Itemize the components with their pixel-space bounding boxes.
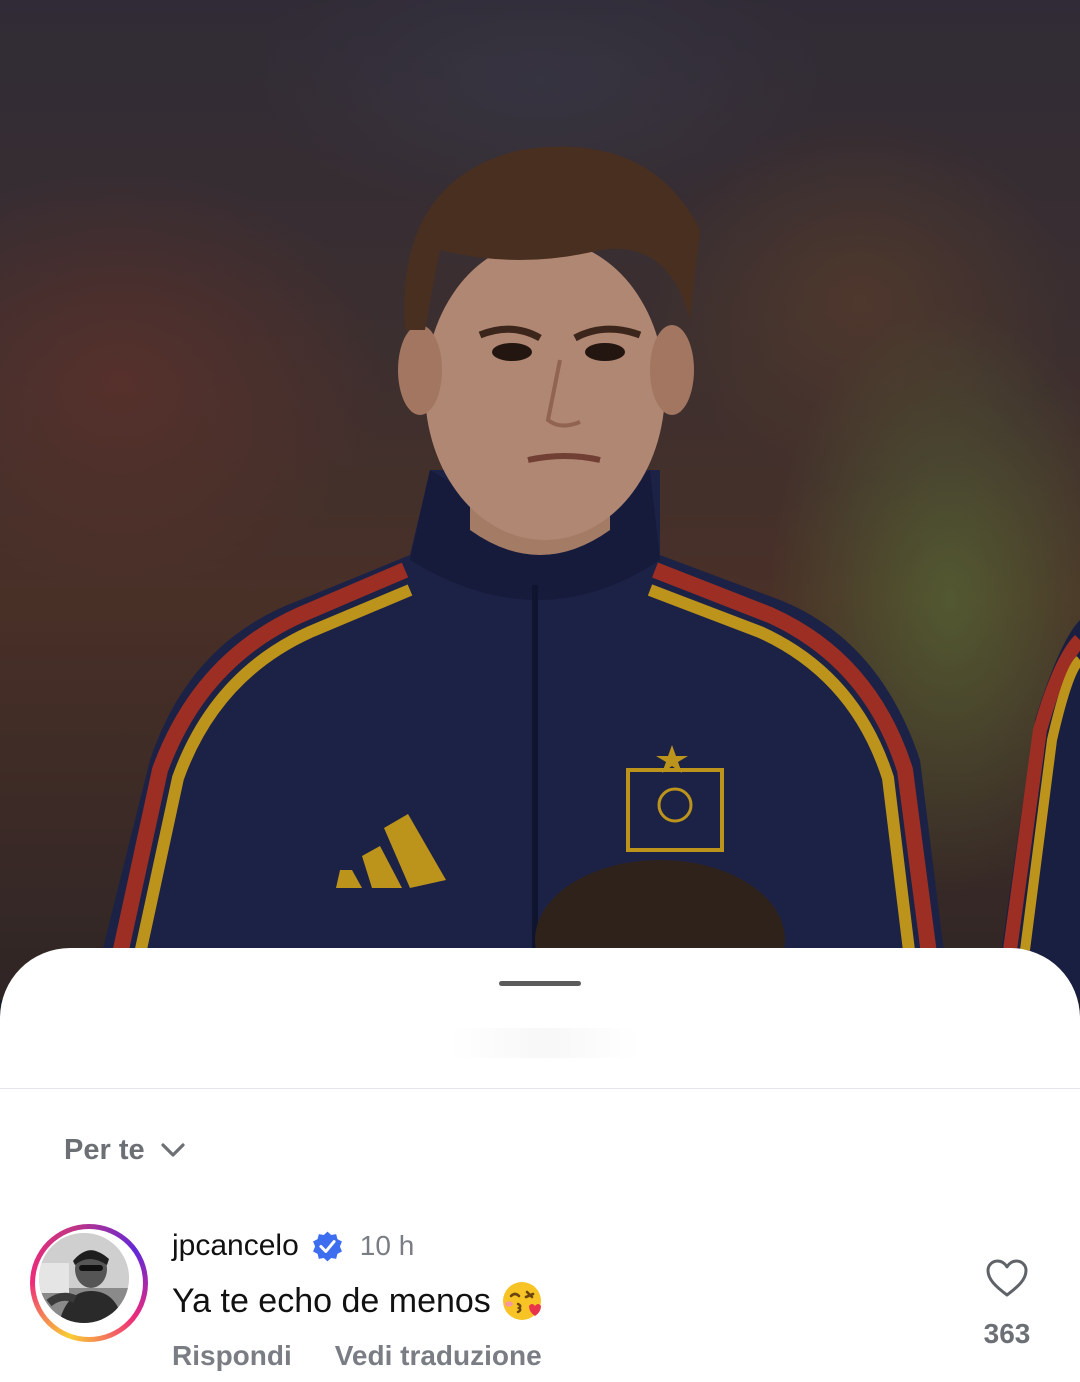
avatar-story-ring[interactable] [30,1224,148,1342]
kissing-face-icon [502,1282,541,1320]
comment-header: jpcancelo 10 h [172,1228,932,1264]
avatar [39,1233,129,1323]
comment-text-row: Ya te echo de menos [172,1278,932,1324]
chevron-down-icon [161,1143,185,1157]
comment-sort-dropdown[interactable]: Per te [64,1128,187,1172]
sheet-drag-handle[interactable] [499,981,581,986]
reply-button[interactable]: Rispondi [172,1340,292,1372]
photo-dim-overlay [0,0,1080,1000]
post-background-photo [0,0,1080,1000]
comment-sort-label: Per te [64,1133,145,1166]
comment-item: jpcancelo 10 h Ya te echo de menos Rispo… [172,1228,932,1372]
comment-timestamp: 10 h [359,1230,415,1261]
comment-like: 363 [975,1258,1039,1350]
verified-badge-icon [312,1231,342,1261]
heart-icon[interactable] [985,1258,1029,1298]
sheet-title-placeholder [450,1028,640,1058]
avatar-photo [39,1233,129,1323]
see-translation-button[interactable]: Vedi traduzione [335,1340,542,1372]
comment-username[interactable]: jpcancelo [172,1229,299,1263]
comment-actions: Rispondi Vedi traduzione [172,1340,932,1372]
sheet-divider [0,1088,1080,1089]
comment-text: Ya te echo de menos [172,1281,491,1320]
like-count: 363 [983,1318,1031,1349]
